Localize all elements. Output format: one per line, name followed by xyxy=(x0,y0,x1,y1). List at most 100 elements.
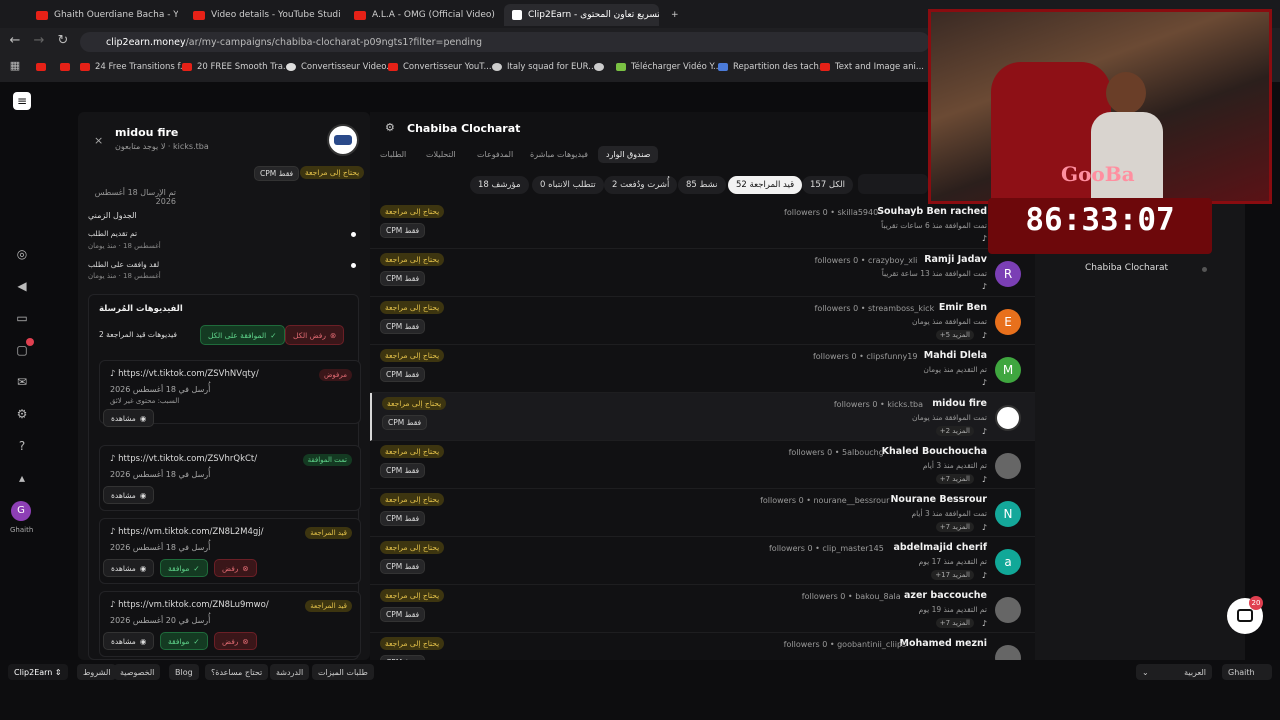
bookmark-4[interactable]: Convertisseur YouT... xyxy=(388,60,492,74)
video-url[interactable]: ♪ https://vt.tiktok.com/ZSVhNVqty/ xyxy=(110,369,259,379)
gear-icon[interactable]: ⚙ xyxy=(14,406,30,422)
detail-name: midou fire xyxy=(115,126,179,139)
status-badge: قيد المراجعة xyxy=(305,600,352,612)
more-badge[interactable]: +5 المزيد xyxy=(935,330,974,340)
tab-youtube-channel[interactable]: Ghaith Ouerdiane Bacha - YouT× xyxy=(28,4,178,26)
brand-switcher[interactable]: Clip2Earn ⇕ xyxy=(8,664,68,680)
table-row[interactable]: يحتاج إلى مراجعة CPM فقط azer baccouche … xyxy=(370,585,1047,633)
table-row[interactable]: يحتاج إلى مراجعة CPM فقط Ramji Jadav fol… xyxy=(370,249,1047,297)
approve-button[interactable]: موافقة ✓ xyxy=(160,632,208,650)
bookmark-1[interactable]: 24 Free Transitions f... xyxy=(80,60,188,74)
forward-icon[interactable]: → xyxy=(32,34,46,48)
platform-icons: ♪ xyxy=(982,282,987,291)
video-card: ♪ https://vm.tiktok.com/ZN8Lu9mwo/ أُرسل… xyxy=(99,591,361,657)
footer-link-features[interactable]: طلبات الميزات xyxy=(312,664,374,680)
approve-button[interactable]: موافقة ✓ xyxy=(160,559,208,577)
reject-button[interactable]: رفض ⊗ xyxy=(214,632,257,650)
video-url[interactable]: ♪ https://vm.tiktok.com/ZN8L2M4gj/ xyxy=(110,527,264,537)
filter-attention[interactable]: تتطلب الانتباه 0 xyxy=(532,176,604,194)
video-url[interactable]: ♪ https://vm.tiktok.com/ZN8Lu9mwo/ xyxy=(110,600,269,610)
language-select[interactable]: ⌄ العربية xyxy=(1136,664,1212,680)
search-input[interactable] xyxy=(858,174,928,194)
more-badge[interactable]: +2 المزيد xyxy=(935,426,974,436)
table-row[interactable]: يحتاج إلى مراجعة CPM فقط Souhayb Ben rac… xyxy=(370,201,1047,249)
tab-requests[interactable]: الطلبات xyxy=(380,150,406,159)
bookmark-5[interactable]: Italy squad for EUR... xyxy=(492,60,596,74)
doc-icon xyxy=(718,63,728,71)
megaphone-icon[interactable]: ◀ xyxy=(14,278,30,294)
address-bar[interactable]: clip2earn.money/ar/my-campaigns/chabiba-… xyxy=(80,32,930,52)
more-badge[interactable]: +17 المزيد xyxy=(931,570,974,580)
tab-ala-omg[interactable]: A.L.A - OMG (Official Video) - Y× xyxy=(346,4,498,26)
bookmark-6[interactable] xyxy=(594,60,604,74)
video-url[interactable]: ♪ https://vt.tiktok.com/ZSVhrQkCt/ xyxy=(110,454,257,464)
new-tab-button[interactable]: + xyxy=(663,4,683,26)
view-button[interactable]: مشاهدة ◉ xyxy=(103,632,155,650)
back-icon[interactable]: ← xyxy=(8,34,22,48)
chat-button[interactable]: 20 xyxy=(1227,596,1263,634)
table-row[interactable]: يحتاج إلى مراجعة CPM فقط abdelmajid cher… xyxy=(370,537,1047,585)
tiktok-icon: ♪ xyxy=(981,522,987,532)
tab-clip2earn[interactable]: Clip2Earn - تسريع تعاون المحتوى× xyxy=(504,4,659,26)
bookmark-2[interactable]: 20 FREE Smooth Tra... xyxy=(182,60,291,74)
table-row[interactable]: يحتاج إلى مراجعة CPM فقط Mohamed mezni f… xyxy=(370,633,1047,675)
tab-payments[interactable]: المدفوعات xyxy=(477,150,513,159)
table-row[interactable]: يحتاج إلى مراجعة CPM فقط Nourane Bessrou… xyxy=(370,489,1047,537)
avatar[interactable]: G xyxy=(11,501,31,521)
filter-pending[interactable]: قيد المراجعة 52 xyxy=(728,176,803,194)
bookmark-9[interactable]: Text and Image ani... xyxy=(820,60,924,74)
creator-status: تمت الموافقة منذ 3 أيام xyxy=(911,509,988,518)
table-row[interactable]: يحتاج إلى مراجعة CPM فقط Emir Ben follow… xyxy=(370,297,1047,345)
footer-link-terms[interactable]: الشروط xyxy=(77,664,117,680)
footer-link-help[interactable]: تحتاج مساعدة؟ xyxy=(205,664,269,680)
bookmark-8[interactable]: Repartition des tach... xyxy=(718,60,827,74)
reject-button[interactable]: رفض ⊗ xyxy=(214,559,257,577)
tab-youtube-studio[interactable]: Video details - YouTube Studio× xyxy=(185,4,340,26)
bell-icon[interactable]: ▴ xyxy=(14,470,30,486)
reload-icon[interactable]: ↻ xyxy=(56,34,70,48)
compass-icon[interactable]: ◎ xyxy=(14,246,30,262)
help-icon[interactable]: ? xyxy=(14,438,30,454)
platform-icons: +7 المزيد ♪ xyxy=(935,618,987,628)
x-circle-icon: ⊗ xyxy=(242,636,249,646)
bookmark-yt2[interactable] xyxy=(60,60,70,74)
approve-all-button[interactable]: الموافقة على الكل ✓ xyxy=(200,325,285,345)
table-row[interactable]: يحتاج إلى مراجعة CPM فقط midou fire foll… xyxy=(370,393,1047,441)
cpm-badge: CPM فقط xyxy=(380,463,426,478)
view-button[interactable]: مشاهدة ◉ xyxy=(103,409,155,427)
tab-inbox[interactable]: صندوق الوارد xyxy=(598,146,659,163)
filter-paid[interactable]: أُشرت ودُفعت 2 xyxy=(604,176,678,194)
globe-icon xyxy=(594,63,604,71)
gear-icon[interactable]: ⚙ xyxy=(385,121,395,134)
logo-icon[interactable]: ≡ xyxy=(13,92,31,110)
view-button[interactable]: مشاهدة ◉ xyxy=(103,559,155,577)
tiktok-icon: ♪ xyxy=(981,330,987,340)
footer-link-privacy[interactable]: الخصوصية xyxy=(114,664,161,680)
table-row[interactable]: يحتاج إلى مراجعة CPM فقط Mahdi Dlela fol… xyxy=(370,345,1047,393)
reject-all-button[interactable]: رفض الكل ⊗ xyxy=(285,325,345,345)
document-icon[interactable]: ▭ xyxy=(14,310,30,326)
table-row[interactable]: يحتاج إلى مراجعة CPM فقط Khaled Bouchouc… xyxy=(370,441,1047,489)
more-badge[interactable]: +7 المزيد xyxy=(935,522,974,532)
tiktok-icon: ♪ xyxy=(981,282,987,291)
tab-analytics[interactable]: التحليلات xyxy=(426,150,456,159)
tab-live-videos[interactable]: فيديوهات مباشرة xyxy=(530,150,588,159)
filter-active[interactable]: نشط 85 xyxy=(678,176,726,194)
more-badge[interactable]: +7 المزيد xyxy=(935,474,974,484)
apps-icon[interactable]: ▦ xyxy=(8,59,22,73)
filter-archived[interactable]: مؤرشف 18 xyxy=(470,176,529,194)
cpm-badge: CPM فقط xyxy=(380,559,426,574)
footer-user[interactable]: Ghaith xyxy=(1222,664,1272,680)
mail-icon[interactable]: ✉ xyxy=(14,374,30,390)
review-badge: يحتاج إلى مراجعة xyxy=(300,166,365,179)
timeline-item-label: تم تقديم الطلب xyxy=(88,229,138,238)
filter-all[interactable]: الكل 157 xyxy=(802,176,854,194)
more-badge[interactable]: +7 المزيد xyxy=(935,618,974,628)
footer-link-blog[interactable]: Blog xyxy=(169,664,199,680)
view-button[interactable]: مشاهدة ◉ xyxy=(103,486,155,504)
close-icon[interactable]: × xyxy=(94,134,103,147)
footer-link-chat[interactable]: الدردشة xyxy=(270,664,310,680)
bookmark-yt1[interactable] xyxy=(36,60,46,74)
bookmark-7[interactable]: Télécharger Vidéo Y... xyxy=(616,60,721,74)
bookmark-3[interactable]: Convertisseur Video... xyxy=(286,60,394,74)
